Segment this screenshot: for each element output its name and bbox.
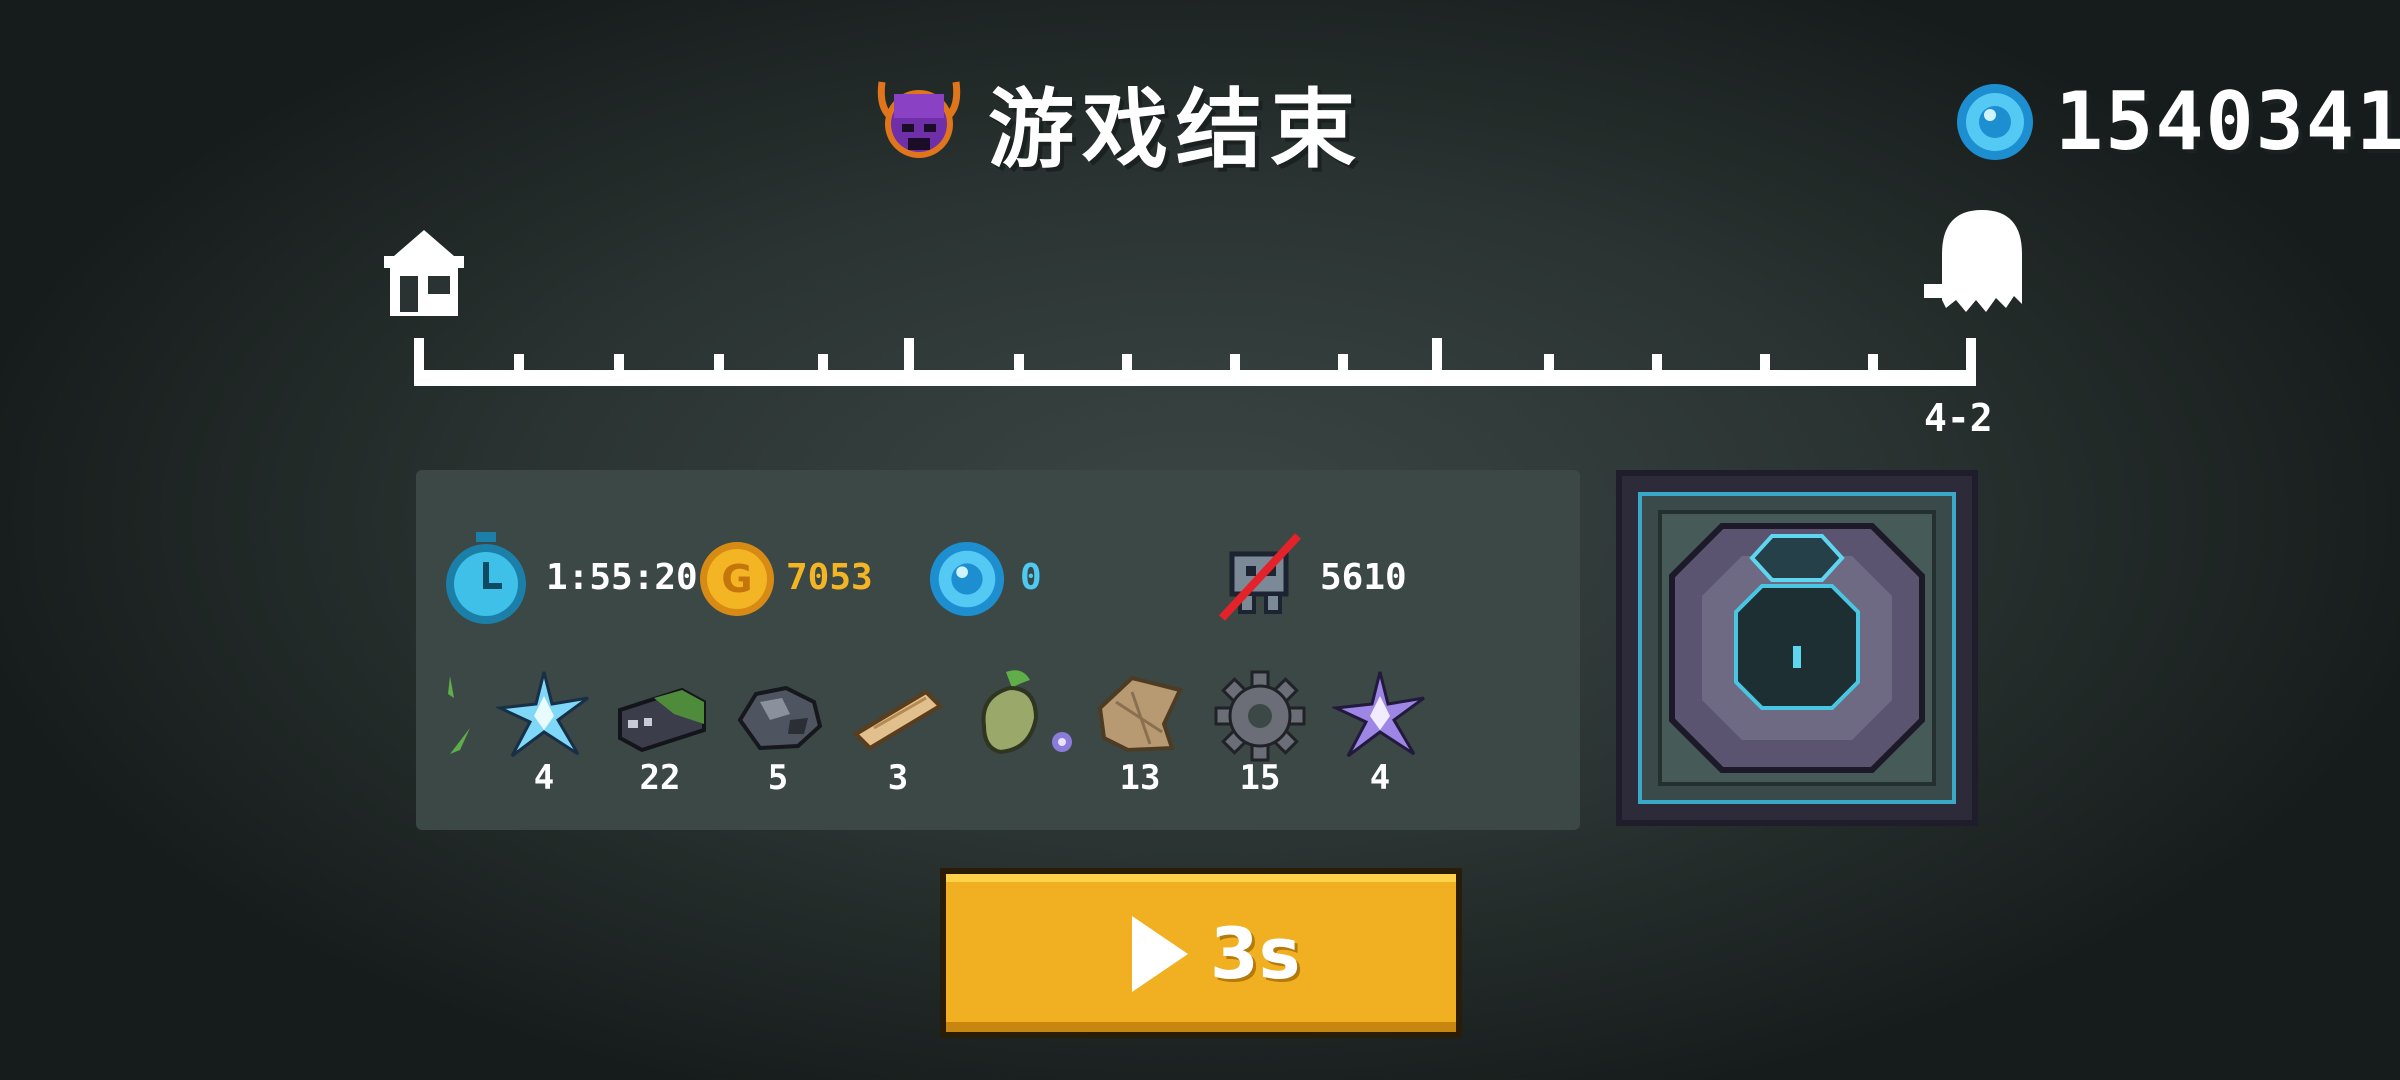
dark-ore-block-icon [618, 687, 706, 753]
progress-track [414, 338, 1976, 386]
progress-tick [1014, 354, 1024, 370]
countdown-label: 3s [1210, 913, 1301, 995]
seed-pod-icon [981, 670, 1072, 755]
blue-gem-icon [929, 541, 1005, 617]
run-time: 1:55:20 [546, 557, 698, 598]
progress-tick [818, 354, 828, 370]
home-icon [384, 230, 464, 316]
enemy-kills: 5610 [1320, 557, 1407, 598]
loot-count: 3 [887, 758, 909, 798]
stage-label: 4-2 [1924, 396, 1993, 440]
progress-tick [714, 354, 724, 370]
progress-tick [414, 338, 424, 370]
progress-tick [1432, 338, 1442, 370]
loot-count: 4 [1369, 758, 1391, 798]
loot-count: 13 [1119, 758, 1161, 798]
progress-tick [904, 338, 914, 370]
gear-part-icon [1214, 670, 1306, 762]
portal-icon [1638, 492, 1956, 804]
portal-preview [1616, 470, 1978, 826]
progress-tick [1652, 354, 1662, 370]
progress-tick [1544, 354, 1554, 370]
progress-tick [1338, 354, 1348, 370]
progress-tick [514, 354, 524, 370]
loot-count: 5 [767, 758, 789, 798]
svg-text:G: G [721, 557, 752, 601]
wood-plank-icon [852, 689, 944, 751]
coal-lump-icon [737, 685, 823, 751]
loot-count: 15 [1239, 758, 1281, 798]
blue-gem-icon [1957, 84, 2033, 160]
progress-tick [1122, 354, 1132, 370]
leaf-icon [448, 676, 470, 754]
continue-button[interactable]: 3s [940, 868, 1462, 1038]
progress-tick [1868, 354, 1878, 370]
play-icon [1132, 916, 1188, 992]
loot-count: 4 [533, 758, 555, 798]
gem-total-count: 1540341 [2055, 75, 2400, 168]
stopwatch-icon [446, 532, 526, 624]
progress-tick [1230, 354, 1240, 370]
purple-crystal-icon [1332, 671, 1425, 758]
gems-earned: 0 [1020, 557, 1042, 598]
cloth-scrap-icon [1097, 675, 1183, 753]
progress-tick [1760, 354, 1770, 370]
gold-earned: 7053 [786, 557, 873, 598]
loot-count: 22 [639, 758, 681, 798]
demon-helmet-icon [877, 81, 961, 158]
progress-tick [1966, 338, 1976, 370]
stats-panel: 1:55:20 G 7053 0 5610 4 22 5 3 13 15 4 [416, 470, 1580, 830]
gold-coin-icon: G [700, 542, 774, 616]
enemy-kills-icon [1219, 533, 1301, 621]
blue-crystal-icon [496, 671, 589, 758]
page-title: 游戏结束 [988, 80, 1364, 180]
ghost-icon [1924, 210, 2022, 312]
progress-tick [614, 354, 624, 370]
